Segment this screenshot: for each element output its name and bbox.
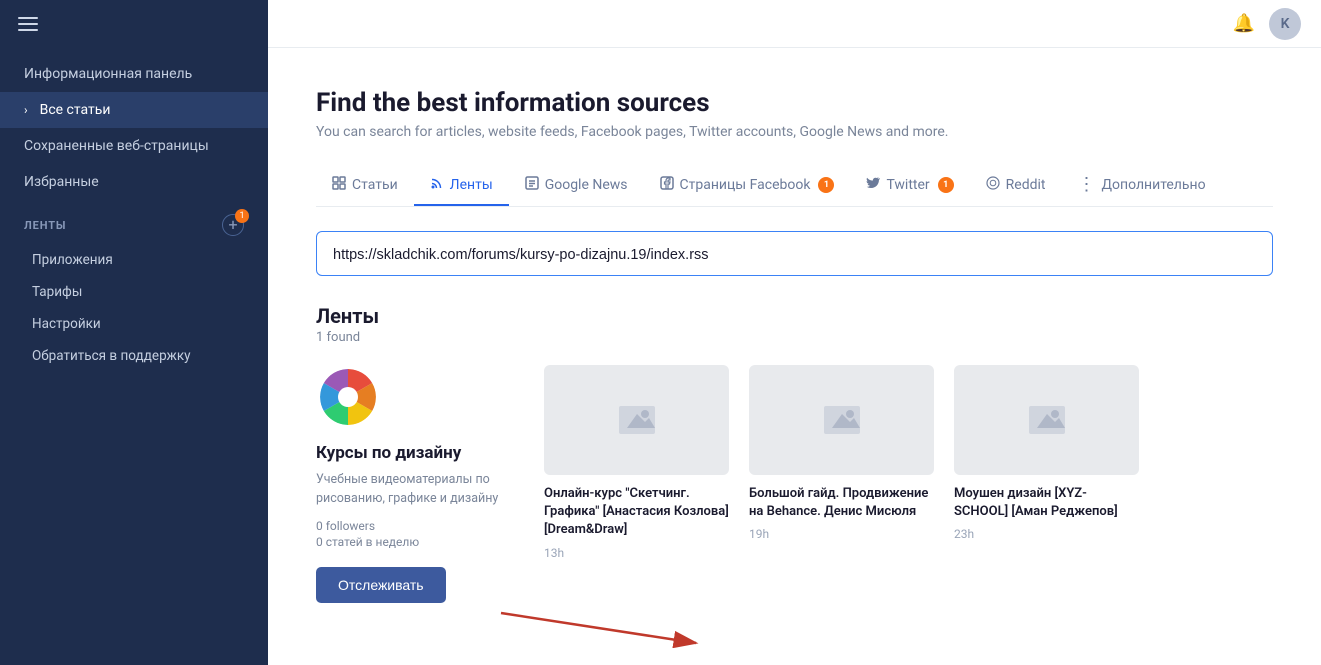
tab-reddit-label: Reddit — [1006, 177, 1046, 193]
article-time-1: 13h — [544, 546, 729, 560]
article-time-3: 23h — [954, 527, 1139, 541]
news-icon — [525, 176, 539, 194]
hamburger-menu-button[interactable] — [0, 0, 268, 48]
tab-reddit[interactable]: Reddit — [970, 166, 1062, 206]
avatar[interactable]: K — [1269, 8, 1301, 40]
page-title: Find the best information sources — [316, 88, 1273, 118]
sidebar-item-all-articles[interactable]: › Все статьи — [0, 92, 268, 128]
main-content: 🔔 K Find the best information sources Yo… — [268, 0, 1321, 665]
tab-facebook[interactable]: Страницы Facebook 1 — [644, 166, 851, 206]
feed-articles-per-week: 0 статей в неделю — [316, 535, 419, 549]
sidebar-sub-item-label: Обратиться в поддержку — [32, 348, 191, 364]
facebook-badge: 1 — [818, 177, 834, 193]
search-input[interactable] — [333, 247, 1256, 263]
article-thumb-1 — [544, 365, 729, 475]
article-card-3: Моушен дизайн [XYZ-SCHOOL] [Аман Реджепо… — [954, 365, 1139, 560]
add-feed-button[interactable]: + 1 — [222, 214, 244, 236]
sidebar-item-label: Информационная панель — [24, 66, 192, 82]
follow-button[interactable]: Отслеживать — [316, 567, 446, 603]
page-subtitle: You can search for articles, website fee… — [316, 124, 1273, 140]
tab-google-news-label: Google News — [545, 177, 628, 193]
article-title-1: Онлайн-курс "Скетчинг. Графика" [Анастас… — [544, 485, 729, 540]
tab-more[interactable]: ⋮ Дополнительно — [1061, 164, 1221, 207]
feeds-section-label: ЛЕНТЫ — [24, 219, 66, 232]
twitter-icon — [866, 176, 880, 194]
feed-name: Курсы по дизайну — [316, 443, 461, 463]
tab-more-label: Дополнительно — [1101, 177, 1205, 193]
chevron-icon: › — [24, 103, 28, 117]
more-dots-icon: ⋮ — [1077, 174, 1095, 195]
sidebar-item-saved-pages[interactable]: Сохраненные веб-страницы — [0, 128, 268, 164]
tab-feeds-label: Ленты — [450, 177, 493, 193]
facebook-icon — [660, 176, 674, 194]
sidebar-item-label: Сохраненные веб-страницы — [24, 138, 209, 154]
results-title: Ленты — [316, 304, 1273, 328]
tab-facebook-label: Страницы Facebook — [680, 177, 811, 193]
sidebar-sub-item-label: Настройки — [32, 316, 101, 332]
feeds-sub-items: Приложения Тарифы Настройки Обратиться в… — [0, 242, 268, 374]
sidebar-item-favorites[interactable]: Избранные — [0, 164, 268, 200]
feed-followers: 0 followers — [316, 519, 375, 533]
tab-twitter-label: Twitter — [886, 177, 929, 193]
tab-articles[interactable]: Статьи — [316, 166, 414, 206]
topbar: 🔔 K — [268, 0, 1321, 48]
twitter-badge: 1 — [938, 177, 954, 193]
sidebar-item-settings[interactable]: Настройки — [0, 308, 268, 340]
results-count: 1 found — [316, 330, 1273, 345]
grid-icon — [332, 176, 346, 194]
article-card-2: Большой гайд. Продвижение на Behance. Де… — [749, 365, 934, 560]
rss-icon — [430, 176, 444, 194]
sidebar-item-label: Избранные — [24, 174, 99, 190]
sidebar-sub-item-label: Тарифы — [32, 284, 82, 300]
tab-feeds[interactable]: Ленты — [414, 166, 509, 206]
notifications-icon[interactable]: 🔔 — [1233, 13, 1255, 34]
article-thumb-2 — [749, 365, 934, 475]
content-area: Find the best information sources You ca… — [268, 48, 1321, 665]
article-thumb-3 — [954, 365, 1139, 475]
sidebar-item-tariffs[interactable]: Тарифы — [0, 276, 268, 308]
arrow-annotation — [316, 613, 1273, 665]
tab-twitter[interactable]: Twitter 1 — [850, 166, 969, 206]
arrow-svg — [496, 593, 756, 648]
sidebar-sub-item-label: Приложения — [32, 252, 113, 268]
reddit-icon — [986, 176, 1000, 194]
sidebar-item-apps[interactable]: Приложения — [0, 244, 268, 276]
feed-card-main: Курсы по дизайну Учебные видеоматериалы … — [316, 365, 516, 603]
article-title-3: Моушен дизайн [XYZ-SCHOOL] [Аман Реджепо… — [954, 485, 1139, 521]
article-card-1: Онлайн-курс "Скетчинг. Графика" [Анастас… — [544, 365, 729, 560]
search-input-wrap — [316, 231, 1273, 276]
sidebar-item-support[interactable]: Обратиться в поддержку — [0, 340, 268, 372]
article-time-2: 19h — [749, 527, 934, 541]
sidebar-nav: Информационная панель › Все статьи Сохра… — [0, 48, 268, 382]
tabs-bar: Статьи Ленты Google News С — [316, 164, 1273, 207]
sidebar: Информационная панель › Все статьи Сохра… — [0, 0, 268, 665]
feed-logo — [316, 365, 380, 429]
feed-row: Курсы по дизайну Учебные видеоматериалы … — [316, 365, 1273, 603]
tab-google-news[interactable]: Google News — [509, 166, 644, 206]
sidebar-item-dashboard[interactable]: Информационная панель — [0, 56, 268, 92]
feed-description: Учебные видеоматериалы по рисованию, гра… — [316, 471, 516, 509]
feeds-section-header: ЛЕНТЫ + 1 — [0, 200, 268, 242]
feeds-badge: 1 — [235, 209, 249, 223]
article-thumbnails: Онлайн-курс "Скетчинг. Графика" [Анастас… — [544, 365, 1273, 560]
tab-articles-label: Статьи — [352, 177, 398, 193]
sidebar-item-label: Все статьи — [40, 102, 111, 118]
article-title-2: Большой гайд. Продвижение на Behance. Де… — [749, 485, 934, 521]
